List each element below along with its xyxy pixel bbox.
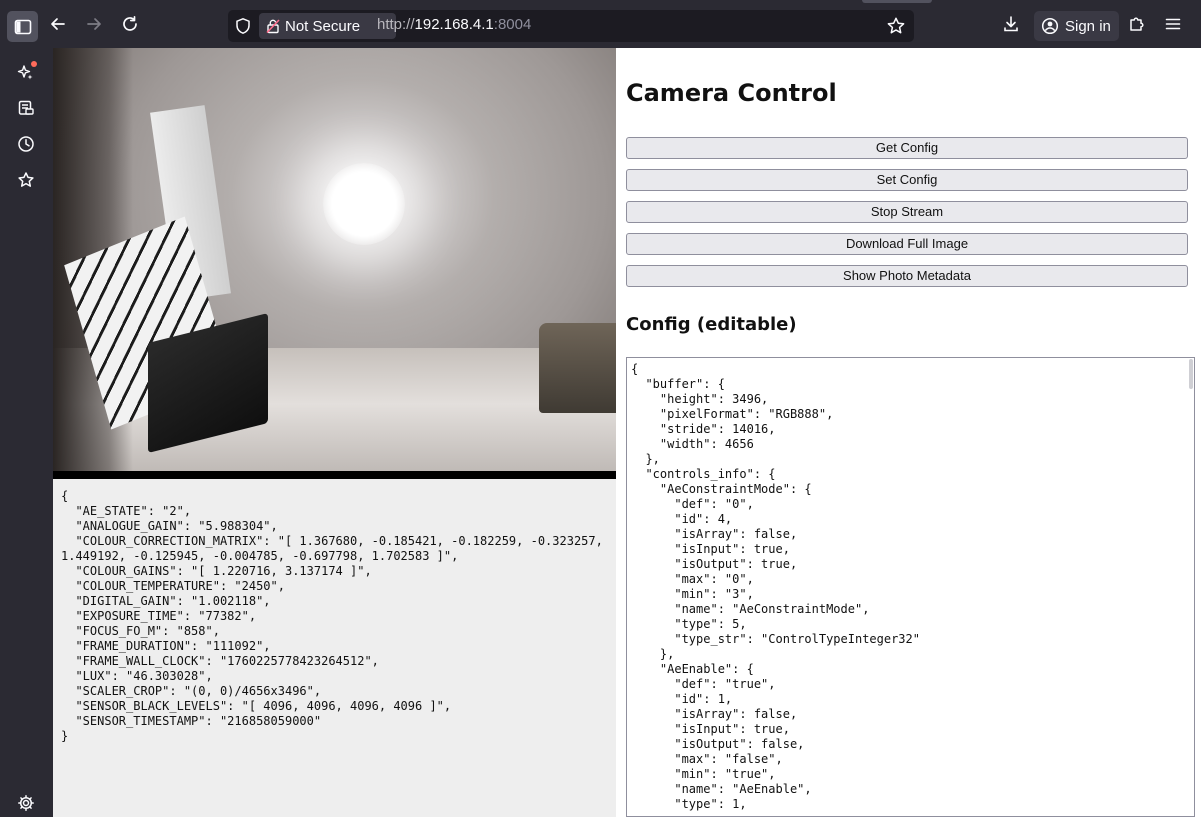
browser-sidebar [0, 48, 53, 817]
download-icon[interactable] [999, 12, 1023, 36]
config-heading: Config (editable) [626, 314, 797, 335]
sign-in-button[interactable]: Sign in [1034, 11, 1119, 41]
tab-indicator [862, 0, 932, 3]
sign-in-label: Sign in [1065, 17, 1111, 35]
config-scrollbar[interactable] [1187, 359, 1193, 799]
url-port: :8004 [493, 16, 532, 33]
camera-stream-image [53, 48, 616, 471]
stop-stream-button[interactable]: Stop Stream [626, 201, 1188, 223]
notification-dot [31, 61, 37, 67]
broken-lock-icon [266, 19, 280, 34]
clock-icon[interactable] [15, 133, 37, 155]
url-bar[interactable]: Not Secure http://192.168.4.1:8004 [228, 10, 914, 42]
image-border [53, 471, 616, 479]
reload-icon[interactable] [118, 12, 142, 36]
star-icon[interactable] [15, 169, 37, 191]
gear-icon[interactable] [15, 792, 37, 814]
url-host: 192.168.4.1 [414, 16, 494, 33]
shield-icon[interactable] [234, 17, 252, 35]
account-icon [1041, 17, 1059, 35]
url-scheme: http:// [377, 16, 415, 33]
photo-metadata: { "AE_STATE": "2", "ANALOGUE_GAIN": "5.9… [53, 479, 616, 817]
security-indicator[interactable]: Not Secure [259, 13, 396, 39]
scroll-thumb[interactable] [1189, 359, 1193, 389]
sidebar-toggle-icon[interactable] [7, 11, 38, 42]
web-page: { "AE_STATE": "2", "ANALOGUE_GAIN": "5.9… [53, 48, 1201, 817]
tabs-icon[interactable] [15, 97, 37, 119]
security-label: Not Secure [285, 17, 361, 35]
sparkle-icon[interactable] [15, 61, 37, 83]
config-editor-wrapper [626, 357, 1195, 817]
back-arrow-icon[interactable] [46, 12, 70, 36]
show-photo-metadata-button[interactable]: Show Photo Metadata [626, 265, 1188, 287]
control-panel: Camera Control Get Config Set Config Sto… [626, 48, 1195, 817]
url-text[interactable]: http://192.168.4.1:8004 [377, 16, 531, 33]
set-config-button[interactable]: Set Config [626, 169, 1188, 191]
config-textarea[interactable] [626, 357, 1195, 817]
puzzle-icon[interactable] [1125, 12, 1149, 36]
camera-scene-light [323, 163, 405, 245]
camera-scene-object [539, 323, 616, 413]
browser-toolbar: Not Secure http://192.168.4.1:8004 Sign … [0, 0, 1201, 48]
hamburger-menu-icon[interactable] [1161, 12, 1185, 36]
left-column: { "AE_STATE": "2", "ANALOGUE_GAIN": "5.9… [53, 48, 616, 817]
page-title: Camera Control [626, 79, 837, 107]
forward-arrow-icon[interactable] [82, 12, 106, 36]
download-full-image-button[interactable]: Download Full Image [626, 233, 1188, 255]
get-config-button[interactable]: Get Config [626, 137, 1188, 159]
star-icon[interactable] [886, 16, 906, 36]
